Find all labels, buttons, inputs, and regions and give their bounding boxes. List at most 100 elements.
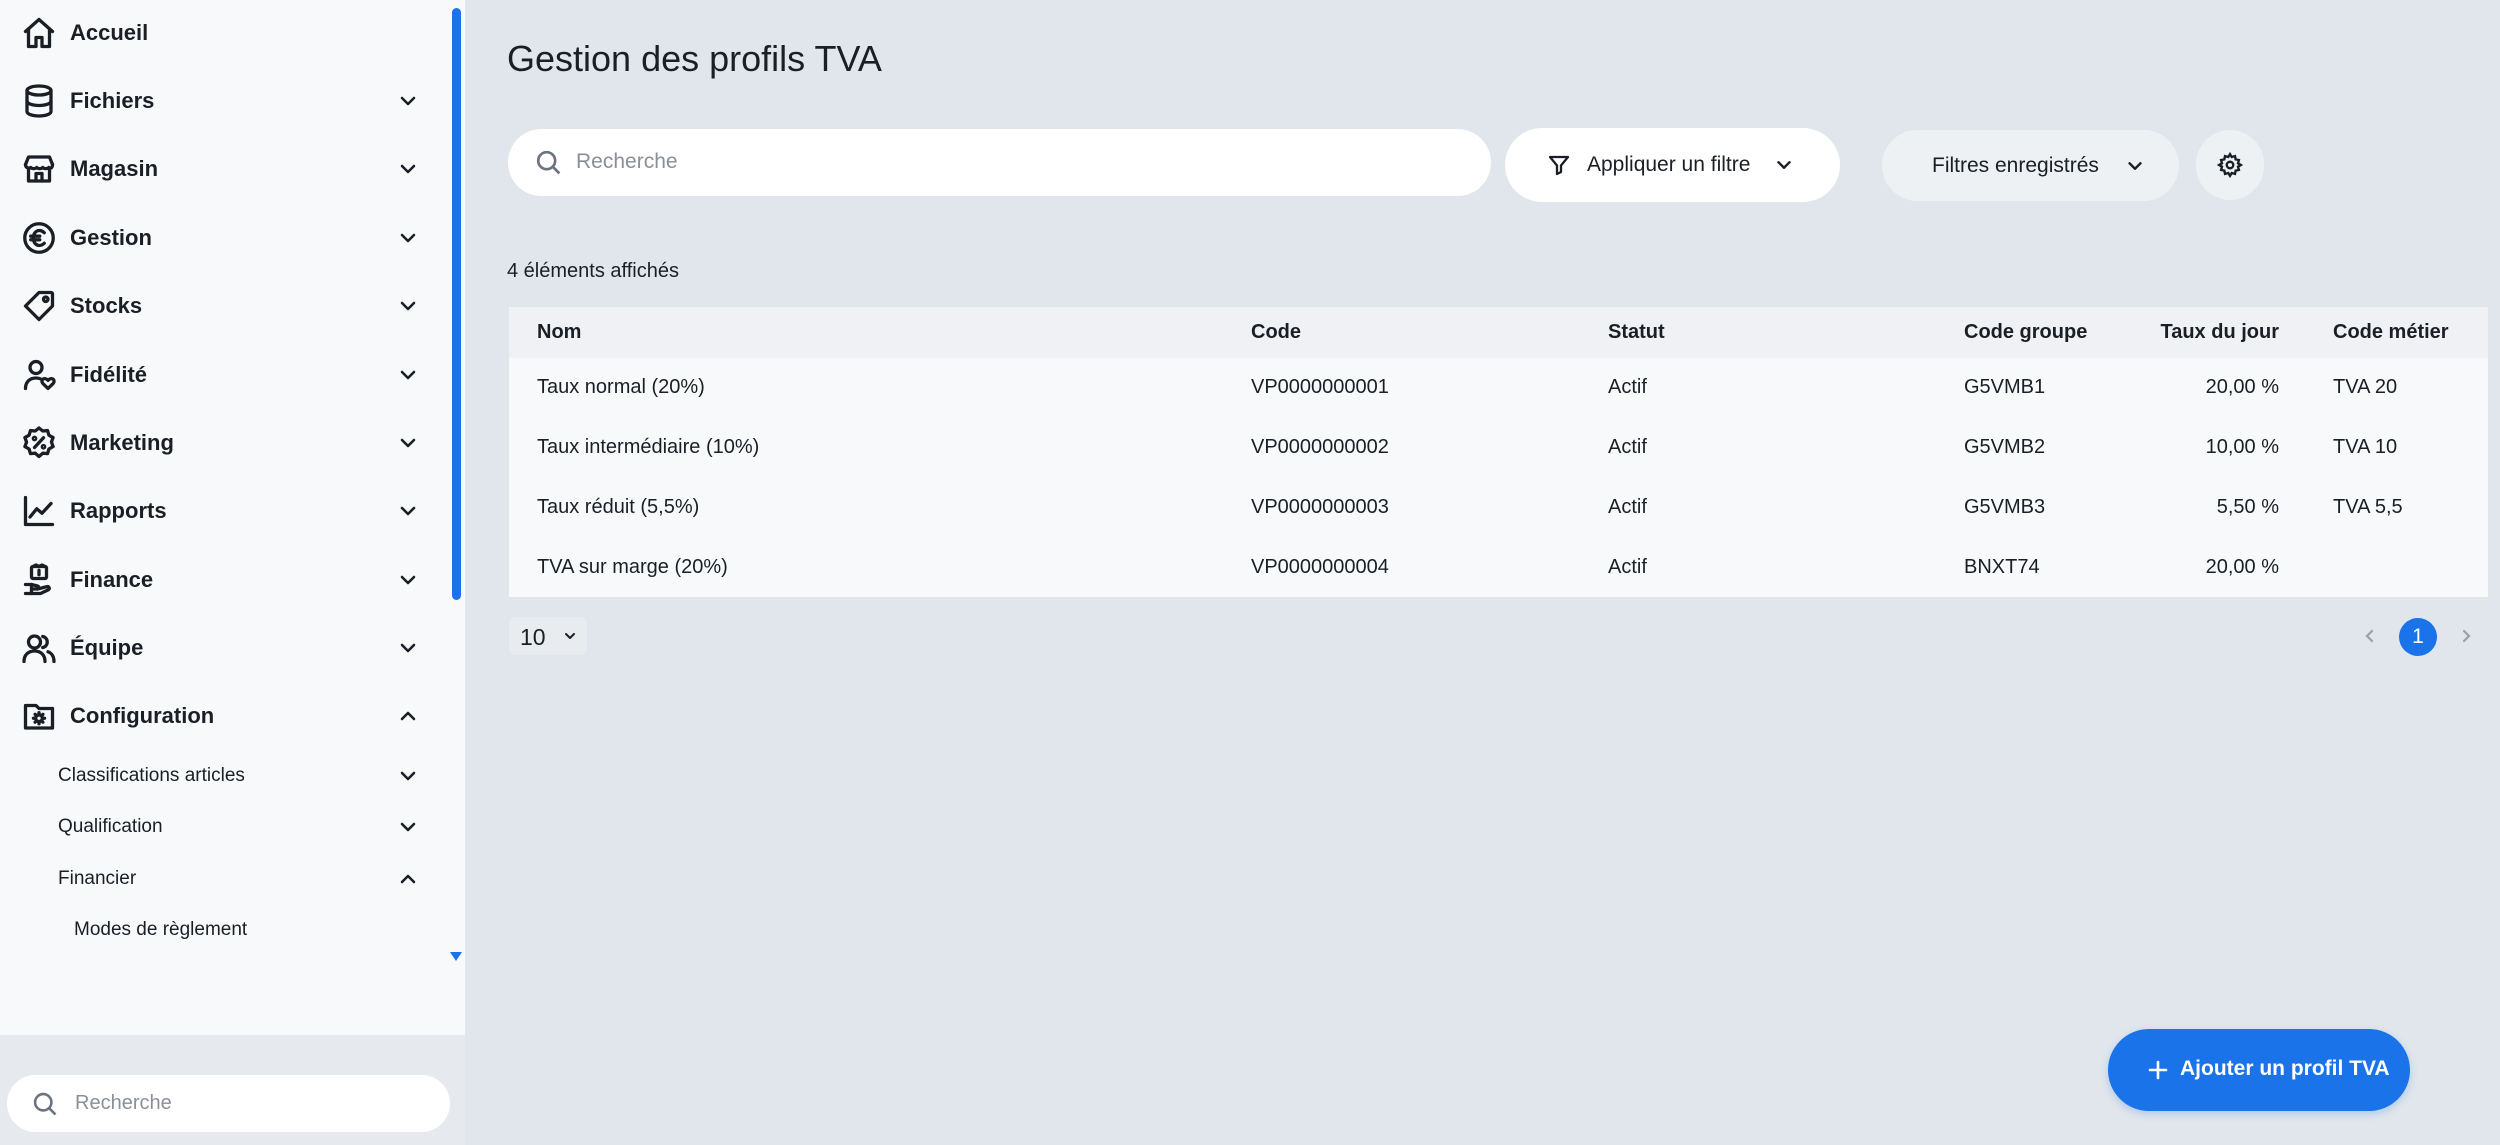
- search-icon: [534, 148, 563, 177]
- nav-item-accueil[interactable]: Accueil: [0, 3, 445, 63]
- next-page-icon[interactable]: [2456, 625, 2476, 647]
- sidebar-search-input[interactable]: [75, 1083, 435, 1124]
- cell-nom: TVA sur marge (20%): [537, 556, 728, 578]
- database-icon: [20, 82, 58, 120]
- search-input[interactable]: [576, 142, 1456, 182]
- store-icon: [20, 150, 58, 188]
- cell-statut: Actif: [1608, 376, 1647, 398]
- sidebar-scrollbar[interactable]: [452, 8, 461, 600]
- cell-taux: 5,50 %: [2216, 496, 2279, 518]
- nav-item-marketing[interactable]: Marketing: [0, 413, 445, 473]
- nav-label: Gestion: [70, 225, 152, 250]
- cell-nom: Taux normal (20%): [537, 376, 705, 398]
- items-count: 4 éléments affichés: [507, 260, 679, 282]
- chevron-down-icon: [396, 499, 420, 523]
- column-header-code-metier[interactable]: Code métier: [2333, 321, 2449, 344]
- chevron-down-icon: [396, 89, 420, 113]
- table-row[interactable]: Taux réduit (5,5%) VP0000000003 Actif G5…: [509, 478, 2488, 538]
- column-header-nom[interactable]: Nom: [537, 321, 581, 344]
- money-hand-icon: [20, 561, 58, 599]
- cell-code-metier: TVA 20: [2333, 376, 2398, 398]
- chevron-down-icon: [396, 764, 420, 788]
- chevron-up-icon: [396, 867, 420, 891]
- cell-statut: Actif: [1608, 556, 1647, 578]
- sub-item-modes-de-reglement[interactable]: Modes de règlement: [0, 908, 445, 952]
- tag-icon: [20, 287, 58, 325]
- column-header-statut[interactable]: Statut: [1608, 321, 1665, 344]
- sub-item-label: Classifications articles: [58, 765, 245, 786]
- settings-button[interactable]: [2196, 130, 2264, 200]
- sub-item-classifications-articles[interactable]: Classifications articles: [0, 754, 445, 798]
- sub-item-qualification[interactable]: Qualification: [0, 805, 445, 849]
- cell-code-groupe: G5VMB3: [1964, 496, 2046, 518]
- previous-page-icon[interactable]: [2360, 625, 2380, 647]
- sub-item-financier[interactable]: Financier: [0, 857, 445, 901]
- cell-statut: Actif: [1608, 436, 1647, 458]
- scroll-down-icon[interactable]: [450, 952, 462, 961]
- cell-taux: 10,00 %: [2205, 436, 2279, 458]
- nav-item-rapports[interactable]: Rapports: [0, 481, 445, 541]
- cell-code-groupe: G5VMB1: [1964, 376, 2046, 398]
- chevron-down-icon: [562, 628, 578, 644]
- cell-code: VP0000000003: [1251, 496, 1389, 518]
- gear-icon: [2217, 152, 2243, 178]
- sidebar-search: [7, 1075, 450, 1132]
- chevron-down-icon: [396, 157, 420, 181]
- sub-item-label: Financier: [58, 868, 137, 889]
- tva-profiles-table: Nom Code Statut Code groupe Taux du jour…: [509, 307, 2488, 597]
- chevron-down-icon: [396, 636, 420, 660]
- user-heart-icon: [20, 356, 58, 394]
- chevron-down-icon: [396, 431, 420, 455]
- cell-nom: Taux réduit (5,5%): [537, 496, 700, 518]
- home-icon: [20, 14, 58, 52]
- page-title: Gestion des profils TVA: [507, 38, 882, 79]
- filter-icon: [1547, 153, 1571, 177]
- apply-filter-label: Appliquer un filtre: [1587, 153, 1751, 176]
- chevron-down-icon: [1773, 154, 1795, 176]
- chevron-down-icon: [396, 363, 420, 387]
- column-header-code-groupe[interactable]: Code groupe: [1964, 321, 2087, 344]
- cell-taux: 20,00 %: [2205, 556, 2279, 578]
- nav-item-fichiers[interactable]: Fichiers: [0, 71, 445, 131]
- nav-label: Fidélité: [70, 362, 148, 387]
- page-size-select[interactable]: 10: [509, 617, 587, 655]
- apply-filter-button[interactable]: Appliquer un filtre: [1505, 128, 1840, 202]
- nav-item-gestion[interactable]: Gestion: [0, 208, 445, 268]
- table-row[interactable]: Taux normal (20%) VP0000000001 Actif G5V…: [509, 358, 2488, 418]
- nav-item-finance[interactable]: Finance: [0, 550, 445, 610]
- nav-label: Configuration: [70, 703, 215, 728]
- discount-badge-icon: [20, 424, 58, 462]
- current-page-button[interactable]: 1: [2399, 618, 2437, 656]
- cell-code: VP0000000001: [1251, 376, 1389, 398]
- add-tva-profile-button[interactable]: Ajouter un profil TVA: [2108, 1029, 2410, 1111]
- chevron-down-icon: [396, 226, 420, 250]
- sub-item-label: Modes de règlement: [74, 919, 248, 940]
- chevron-down-icon: [396, 815, 420, 839]
- table-header: Nom Code Statut Code groupe Taux du jour…: [509, 307, 2488, 358]
- table-row[interactable]: Taux intermédiaire (10%) VP0000000002 Ac…: [509, 418, 2488, 478]
- saved-filters-label: Filtres enregistrés: [1932, 153, 2099, 177]
- column-header-code[interactable]: Code: [1251, 321, 1301, 344]
- cell-code: VP0000000002: [1251, 436, 1389, 458]
- nav-label: Finance: [70, 567, 154, 592]
- sidebar-nav-panel: Accueil Fichiers Magasin Gestion Stocks …: [0, 0, 465, 1035]
- page-size-value: 10: [520, 624, 546, 650]
- table-row[interactable]: TVA sur marge (20%) VP0000000004 Actif B…: [509, 538, 2488, 598]
- chevron-down-icon: [2124, 155, 2146, 177]
- nav-item-fidelite[interactable]: Fidélité: [0, 345, 445, 405]
- team-icon: [20, 629, 58, 667]
- cell-statut: Actif: [1608, 496, 1647, 518]
- cell-code-groupe: BNXT74: [1964, 556, 2040, 578]
- nav-item-configuration[interactable]: Configuration: [0, 686, 445, 746]
- euro-icon: [20, 219, 58, 257]
- cell-code-groupe: G5VMB2: [1964, 436, 2046, 458]
- search-icon: [31, 1090, 59, 1118]
- cell-code: VP0000000004: [1251, 556, 1389, 578]
- nav-label: Stocks: [70, 293, 143, 318]
- nav-item-stocks[interactable]: Stocks: [0, 276, 445, 336]
- column-header-taux-du-jour[interactable]: Taux du jour: [2109, 321, 2279, 344]
- chevron-down-icon: [396, 294, 420, 318]
- nav-item-magasin[interactable]: Magasin: [0, 139, 445, 199]
- saved-filters-button[interactable]: Filtres enregistrés: [1882, 130, 2179, 201]
- nav-item-equipe[interactable]: Équipe: [0, 618, 445, 678]
